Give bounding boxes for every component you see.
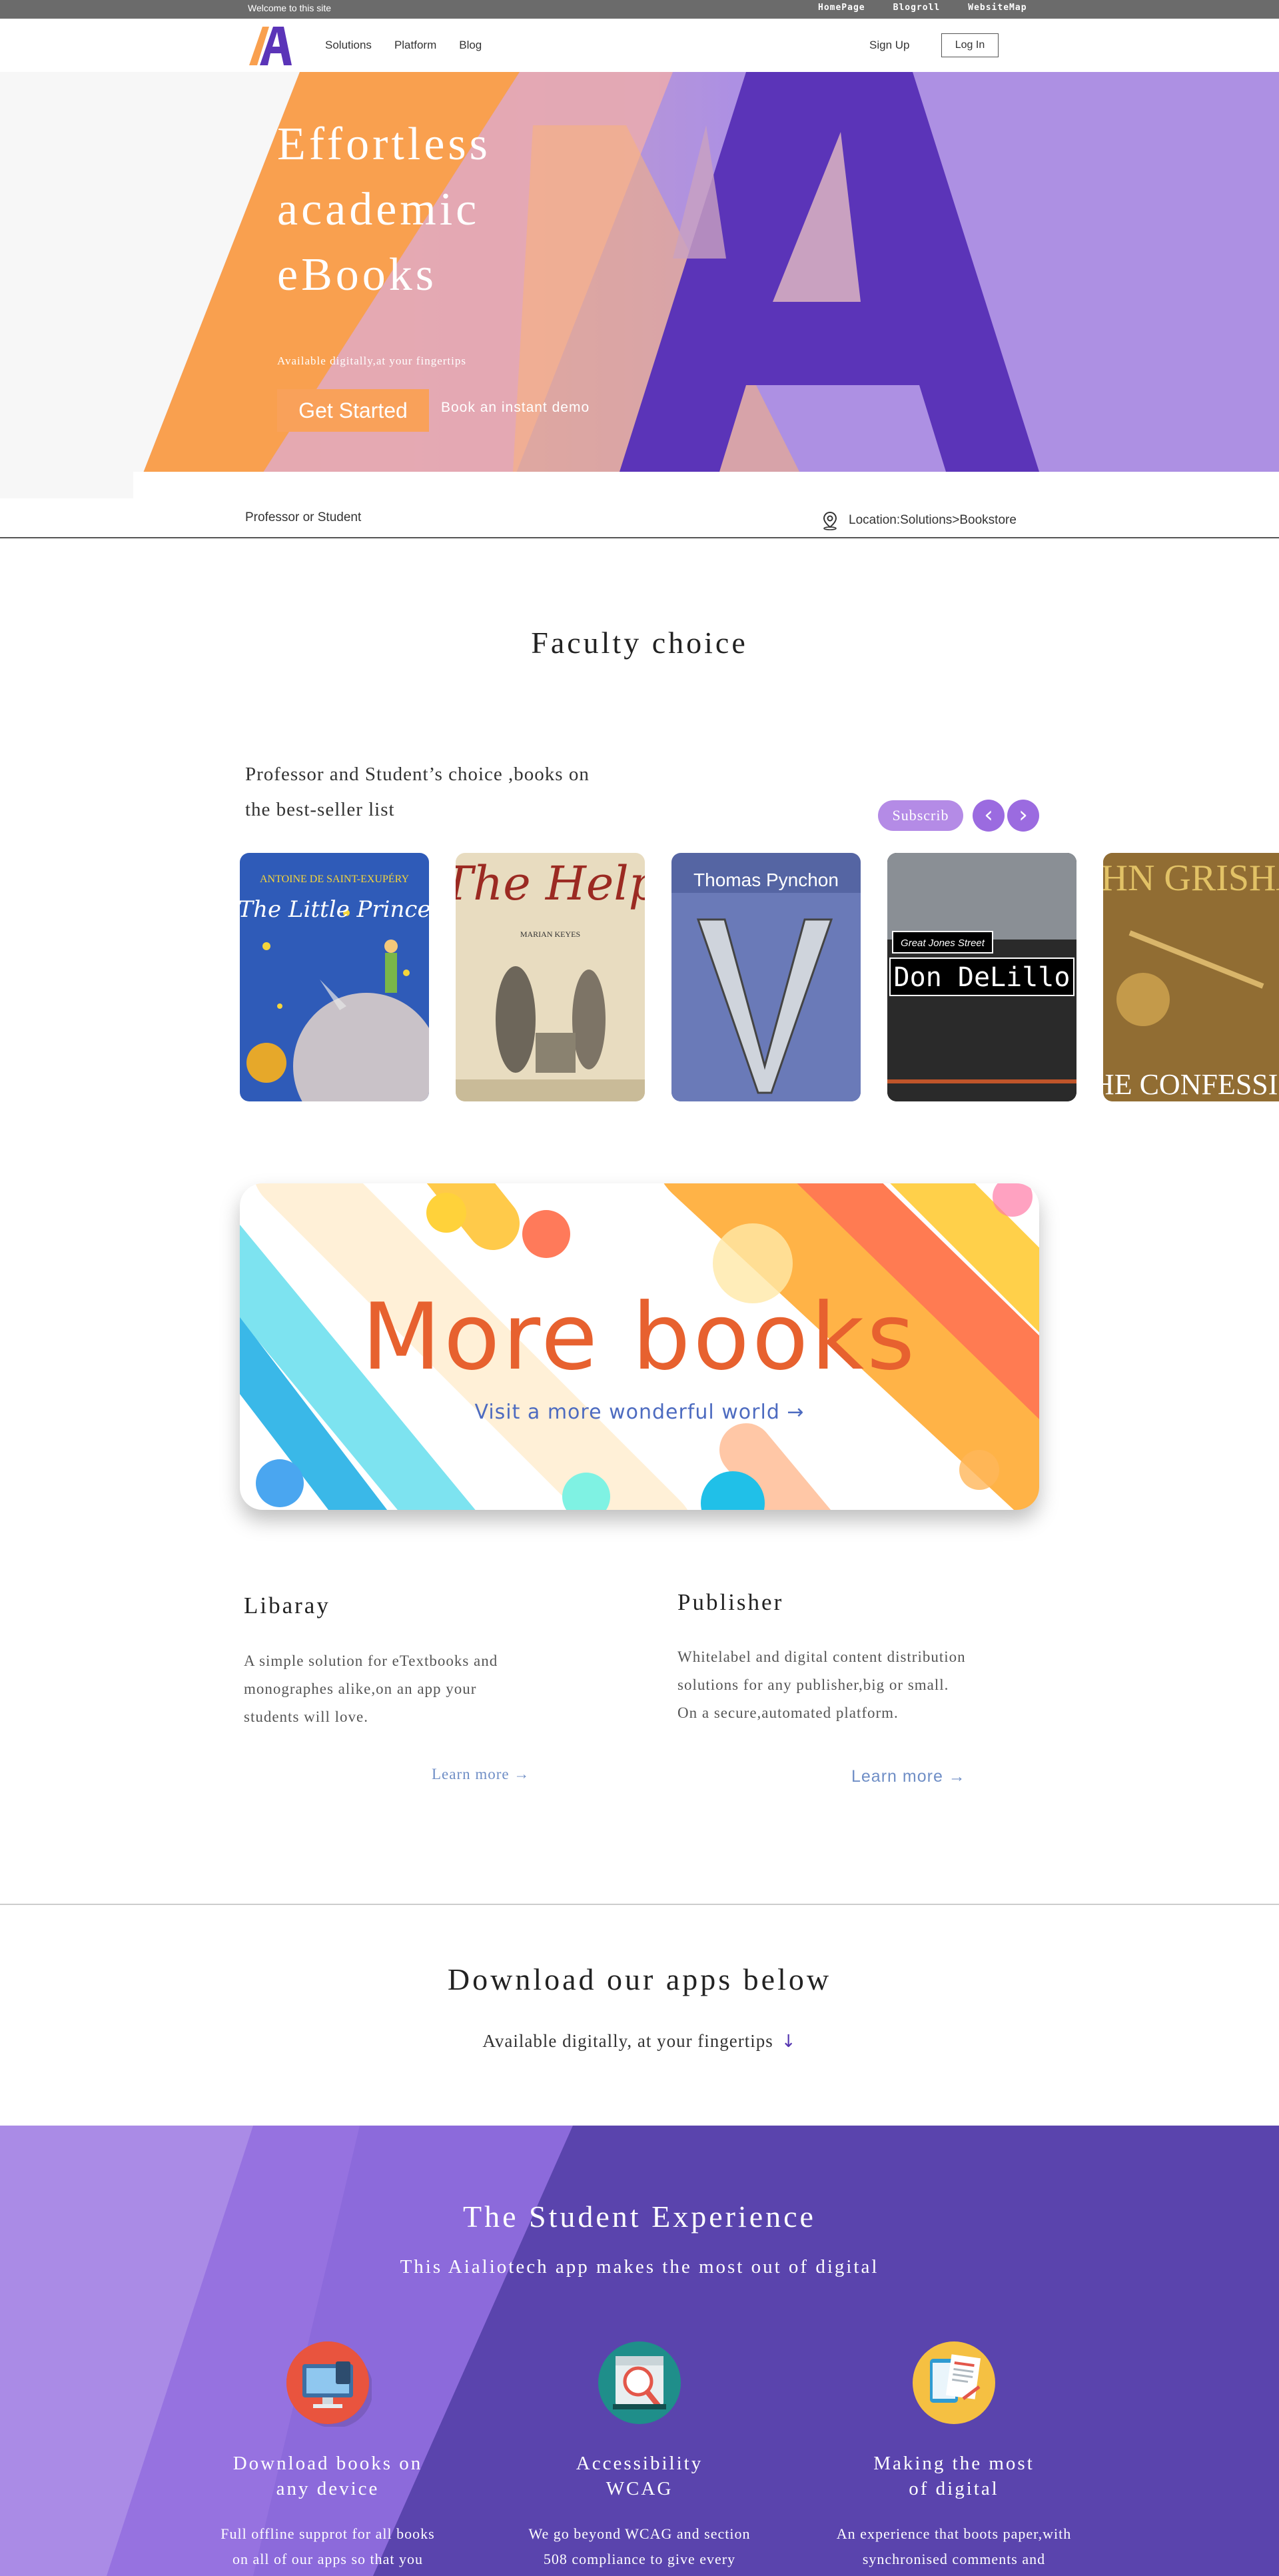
nav-blog[interactable]: Blog <box>459 39 482 52</box>
top-link-blogroll[interactable]: Blogroll <box>893 3 941 13</box>
feature-text-line: An experience that boots paper,with <box>836 2525 1072 2542</box>
nav-menu: Solutions Platform Blog <box>325 39 482 52</box>
location-breadcrumb: Location:Solutions>Bookstore <box>821 510 1017 530</box>
book-author: Thomas Pynchon <box>693 870 839 890</box>
faculty-desc-line: the best-seller list <box>245 799 395 820</box>
book-demo-link[interactable]: Book an instant demo <box>441 400 590 416</box>
feature-title-line: any device <box>276 2478 380 2499</box>
feature-text: Full offline supprot for all books on al… <box>188 2521 468 2572</box>
book-title: The Little Prince <box>240 896 429 923</box>
book-subtitle: Great Jones Street <box>901 938 985 949</box>
download-subtitle: Available digitally, at your fingertips ↓ <box>0 2031 1279 2052</box>
feature-title-line: of digital <box>909 2478 999 2499</box>
location-strip: Professor or Student Location:Solutions>… <box>0 498 1279 538</box>
faculty-description: Professor and Student’s choice ,books on… <box>245 757 698 828</box>
more-books-banner[interactable]: More books Visit a more wonderful world … <box>240 1183 1039 1510</box>
hero-title-line: academic <box>277 184 480 235</box>
feature-title: Making the most of digital <box>814 2451 1094 2501</box>
top-link-websitemap[interactable]: WebsiteMap <box>968 3 1027 13</box>
publisher-desc-line: solutions for any publisher,big or small… <box>677 1676 949 1693</box>
download-title: Download our apps below <box>447 1962 832 1996</box>
hero-subtitle: Available digitally,at your fingertips <box>277 354 466 367</box>
top-link-homepage[interactable]: HomePage <box>818 3 865 13</box>
library-desc-line: monographes alike,on an app your <box>244 1680 477 1697</box>
library-desc-line: students will love. <box>244 1708 369 1725</box>
publisher-learn-more-link[interactable]: Learn more → <box>851 1767 966 1786</box>
feature-title-line: WCAG <box>606 2478 673 2499</box>
faculty-title: Faculty choice <box>531 626 748 660</box>
book-carousel: ANTOINE DE SAINT-EXUPÉRY The Little Prin… <box>240 853 1279 1102</box>
feature-text: An experience that boots paper,with sync… <box>814 2521 1094 2572</box>
location-pin-icon <box>823 511 837 530</box>
role-selector[interactable]: Professor or Student <box>245 510 361 525</box>
publisher-desc-line: Whitelabel and digital content distribut… <box>677 1648 966 1665</box>
feature-making-most-digital: Making the most of digital An experience… <box>814 2339 1094 2572</box>
feature-text: We go beyond WCAG and section 508 compli… <box>500 2521 779 2572</box>
carousel-prev-button[interactable]: ‹ <box>973 800 1005 832</box>
nav-platform[interactable]: Platform <box>394 39 436 52</box>
top-links: HomePage Blogroll WebsiteMap <box>818 3 1027 13</box>
download-subtitle-text: Available digitally, at your fingertips <box>482 2031 773 2051</box>
hero-title-line: Effortless <box>277 119 491 170</box>
feature-download-books: Download books on any device Full offlin… <box>188 2339 468 2572</box>
library-learn-more-link[interactable]: Learn more → <box>432 1766 530 1783</box>
subscribe-button[interactable]: Subscrib <box>878 800 963 831</box>
document-icon <box>910 2339 998 2427</box>
library-title: Libaray <box>244 1593 330 1618</box>
book-title: THE CONFESSION <box>1103 1068 1279 1101</box>
publisher-title: Publisher <box>677 1589 784 1615</box>
book-author: MARIAN KEYES <box>520 930 580 939</box>
feature-text-line: 508 compliance to give every <box>543 2551 736 2567</box>
book-card-the-help[interactable]: The Help MARIAN KEYES <box>456 853 645 1101</box>
student-experience-section: The Student Experience This Aialiotech a… <box>0 2126 1279 2576</box>
signup-link[interactable]: Sign Up <box>869 39 909 52</box>
location-text[interactable]: Location:Solutions>Bookstore <box>849 513 1017 528</box>
computer-icon <box>284 2339 373 2428</box>
feature-text-line: We go beyond WCAG and section <box>528 2525 751 2542</box>
login-button[interactable]: Log In <box>941 33 999 57</box>
feature-title: Accessibility WCAG <box>500 2451 779 2501</box>
feature-title-line: Making the most <box>873 2453 1035 2474</box>
book-card-v[interactable]: Thomas Pynchon V. <box>671 853 861 1101</box>
hero-title: Effortless academic eBooks <box>277 112 491 308</box>
feature-text-line: on all of our apps so that you <box>232 2551 424 2567</box>
book-author: JOHN GRISHAM <box>1103 858 1279 899</box>
feature-title-line: Download books on <box>232 2453 423 2474</box>
faculty-desc-line: Professor and Student’s choice ,books on <box>245 764 590 785</box>
book-author: ANTOINE DE SAINT-EXUPÉRY <box>260 872 409 885</box>
book-card-great-jones-street[interactable]: Great Jones Street Don DeLillo <box>887 853 1076 1101</box>
hero-title-line: eBooks <box>277 249 437 301</box>
get-started-button[interactable]: Get Started <box>277 389 429 432</box>
arrow-down-icon[interactable]: ↓ <box>781 2032 797 2052</box>
chevron-left-icon: ‹ <box>984 802 993 828</box>
logo-icon[interactable] <box>246 24 293 67</box>
hero-background <box>0 72 1279 498</box>
hero: Effortless academic eBooks Available dig… <box>0 72 1279 498</box>
banner-subtitle[interactable]: Visit a more wonderful world → <box>240 1401 1039 1424</box>
library-description: A simple solution for eTextbooks and mon… <box>244 1647 498 1731</box>
feature-text-line: synchronised comments and <box>862 2551 1046 2567</box>
chevron-right-icon: › <box>1019 802 1028 828</box>
nav-solutions[interactable]: Solutions <box>325 39 372 52</box>
welcome-text: Welcome to this site <box>248 3 332 13</box>
student-subtitle: This Aialiotech app makes the most out o… <box>400 2256 879 2277</box>
magnifier-book-icon <box>596 2339 683 2427</box>
main-nav: Solutions Platform Blog Sign Up Log In <box>0 19 1279 72</box>
student-title: The Student Experience <box>463 2200 816 2234</box>
book-card-the-confession[interactable]: JOHN GRISHAM THE CONFESSION <box>1103 853 1279 1101</box>
feature-accessibility: Accessibility WCAG We go beyond WCAG and… <box>500 2339 779 2572</box>
book-author: Don DeLillo <box>894 962 1070 993</box>
banner-title: More books <box>361 1283 918 1391</box>
publisher-description: Whitelabel and digital content distribut… <box>677 1643 966 1727</box>
feature-title-line: Accessibility <box>576 2453 703 2474</box>
publisher-desc-line: On a secure,automated platform. <box>677 1704 899 1721</box>
feature-title: Download books on any device <box>188 2451 468 2501</box>
carousel-next-button[interactable]: › <box>1007 800 1039 832</box>
book-title: The Help <box>456 856 645 911</box>
library-desc-line: A simple solution for eTextbooks and <box>244 1652 498 1669</box>
feature-text-line: Full offline supprot for all books <box>220 2525 435 2542</box>
section-divider <box>0 1904 1279 1905</box>
book-card-little-prince[interactable]: ANTOINE DE SAINT-EXUPÉRY The Little Prin… <box>240 853 429 1101</box>
top-bar: Welcome to this site HomePage Blogroll W… <box>0 0 1279 19</box>
